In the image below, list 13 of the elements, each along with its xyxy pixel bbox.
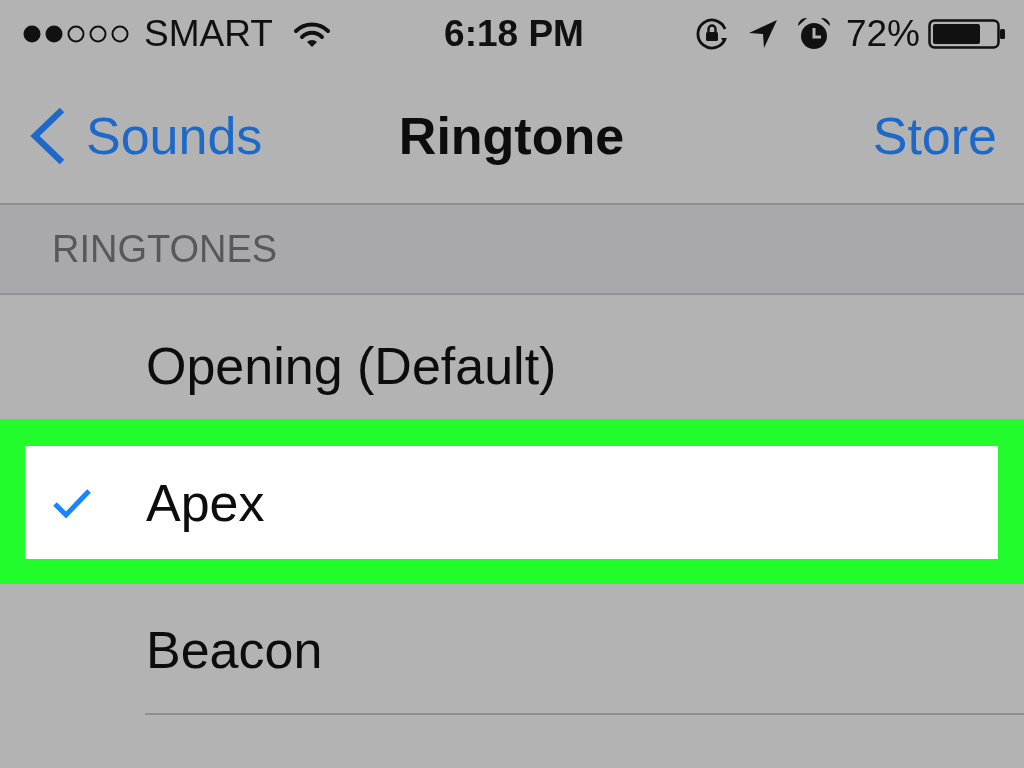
section-header: RINGTONES — [52, 227, 278, 271]
battery-percent: 72% — [845, 13, 920, 55]
nav-title: Ringtone — [398, 105, 625, 166]
location-arrow-icon — [747, 19, 778, 49]
status-time: 6:18 PM — [444, 13, 584, 55]
carrier-name: SMART — [144, 13, 273, 55]
signal-dots-icon — [22, 24, 130, 44]
wifi-icon — [292, 20, 331, 48]
ringtone-row[interactable]: Beacon — [0, 584, 1024, 715]
alarm-clock-icon — [795, 16, 832, 52]
ringtone-row[interactable]: Opening (Default) — [0, 295, 1024, 419]
battery-icon — [928, 19, 1006, 49]
ringtone-row[interactable]: Apex — [0, 419, 1024, 584]
